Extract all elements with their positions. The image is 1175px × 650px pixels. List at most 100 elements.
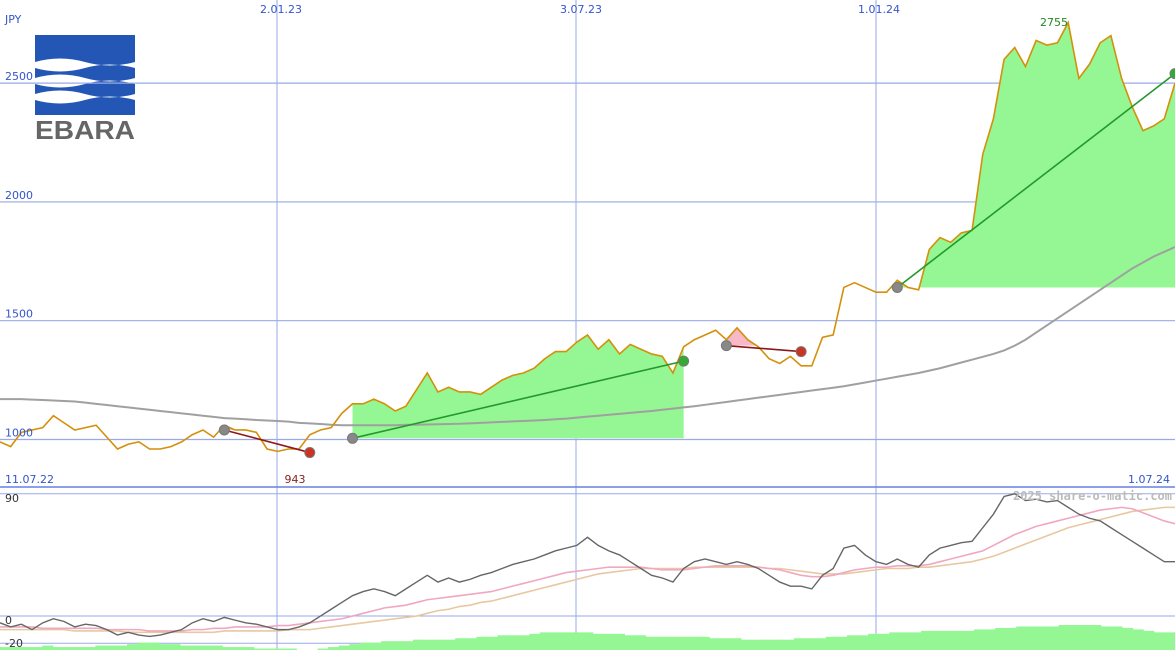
volume-bar: [762, 639, 774, 650]
volume-bar: [1069, 625, 1081, 650]
volume-bar: [973, 629, 985, 650]
volume-bar: [666, 636, 678, 650]
volume-bar: [402, 641, 414, 650]
volume-bar: [889, 632, 901, 650]
x-start-label: 11.07.22: [5, 473, 54, 486]
volume-bar: [444, 639, 456, 650]
volume-bar: [1047, 626, 1060, 650]
volume-bar: [645, 636, 657, 650]
volume-bar: [613, 633, 626, 650]
volume-bar: [1026, 626, 1038, 650]
volume-bar: [105, 645, 117, 650]
volume-bar: [116, 645, 128, 650]
logo-mark-icon: [35, 35, 135, 115]
volume-bar: [942, 630, 954, 650]
trade-entry-marker: [347, 432, 358, 444]
logo-text: EBARA: [35, 115, 135, 145]
volume-bar: [719, 638, 731, 650]
volume-bar: [1058, 625, 1070, 650]
volume-bar: [370, 642, 382, 650]
volume-bar: [846, 635, 858, 650]
volume-bar: [920, 630, 933, 650]
volume-bar: [582, 632, 594, 650]
y-tick-label: 1500: [5, 308, 33, 321]
volume-bar: [391, 641, 403, 650]
volume-bar: [1111, 626, 1123, 650]
volume-bar: [158, 644, 170, 650]
trade-exit-marker: [795, 346, 807, 358]
y-tick-label: 1000: [5, 426, 33, 439]
volume-bar: [550, 632, 562, 650]
trade-entry-marker: [720, 340, 732, 352]
volume-bar: [931, 630, 943, 650]
volume-bar: [1100, 626, 1112, 650]
volume-bar: [1143, 630, 1155, 650]
volume-bar: [137, 642, 149, 650]
volume-bar: [772, 639, 784, 650]
volume-bar: [857, 635, 869, 650]
volume-bar: [1005, 627, 1017, 650]
y-tick-label: 2000: [5, 189, 33, 202]
volume-bar: [190, 645, 202, 650]
volume-bar: [868, 633, 880, 650]
volume-bar: [529, 633, 541, 650]
volume-bar: [349, 644, 361, 650]
x-tick-label: 1.01.24: [858, 3, 900, 16]
volume-bar: [169, 644, 181, 650]
volume-bar: [815, 638, 827, 650]
volume-bar: [571, 632, 583, 650]
max-price-label: 2755: [1040, 16, 1068, 29]
volume-bar: [476, 636, 488, 650]
volume-bar: [561, 632, 573, 650]
trade-entry-marker: [218, 424, 230, 436]
ebara-logo: EBARA: [35, 35, 135, 145]
osc-y-tick-label: 90: [5, 492, 19, 505]
x-tick-label: 3.07.23: [560, 3, 602, 16]
volume-bar: [688, 636, 700, 650]
volume-bar: [899, 632, 911, 650]
volume-bar: [995, 627, 1007, 650]
copyright-text: 2025 share-o-matic.com: [1013, 489, 1172, 503]
volume-bar: [984, 629, 996, 650]
volume-bar: [412, 639, 424, 650]
volume-bar: [624, 635, 636, 650]
volume-bar: [338, 645, 350, 650]
volume-bar: [952, 630, 964, 650]
volume-bar: [518, 635, 530, 650]
volume-bar: [508, 635, 520, 650]
min-price-label: 943: [285, 473, 306, 486]
volume-bar: [804, 638, 816, 650]
volume-bar: [740, 639, 753, 650]
volume-bar: [1090, 625, 1102, 650]
volume-bar: [1016, 626, 1028, 650]
volume-bar: [783, 639, 795, 650]
volume-bar: [497, 635, 509, 650]
osc-y-tick-label: -20: [5, 637, 23, 650]
trade-entry-marker: [891, 281, 903, 293]
volume-bar: [1132, 629, 1144, 650]
volume-bar: [359, 642, 371, 650]
volume-bar: [1079, 625, 1091, 650]
volume-bar: [434, 639, 446, 650]
volume-bar: [836, 636, 848, 650]
volume-bar: [603, 633, 615, 650]
volume-bar: [878, 633, 890, 650]
volume-bar: [381, 641, 393, 650]
volume-bar: [539, 632, 551, 650]
volume-bar: [1164, 632, 1175, 650]
x-end-label: 1.07.24: [1128, 473, 1170, 486]
trade-exit-marker: [678, 355, 690, 367]
volume-bar: [455, 638, 467, 650]
volume-bar: [592, 633, 604, 650]
volume-bar: [465, 638, 477, 650]
volume-bar: [95, 645, 107, 650]
volume-bar: [423, 639, 435, 650]
volume-bar: [486, 636, 499, 650]
volume-bar: [751, 639, 763, 650]
volume-bar: [709, 638, 721, 650]
volume-bar: [211, 645, 223, 650]
volume-bar: [963, 630, 975, 650]
x-tick-label: 2.01.23: [260, 3, 302, 16]
volume-bar: [698, 636, 710, 650]
volume-bar: [1153, 632, 1165, 650]
